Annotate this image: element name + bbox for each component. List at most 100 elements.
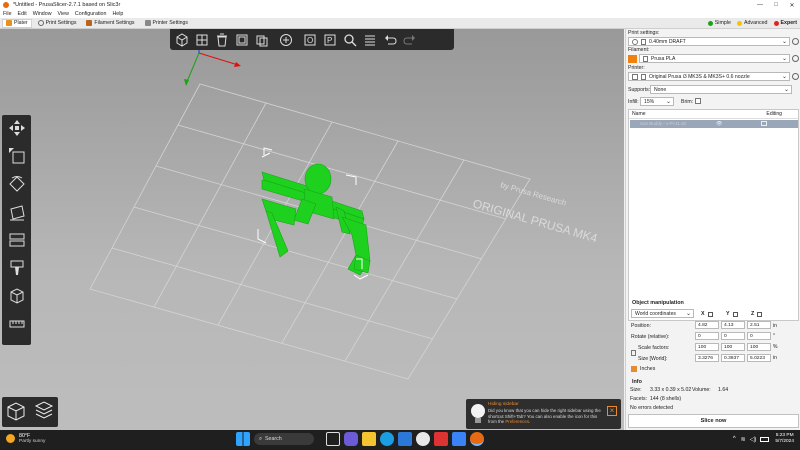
- move-tool-button[interactable]: [4, 117, 29, 139]
- filament-combo[interactable]: Prusa PLA ⌄: [639, 54, 790, 63]
- scale-z-input[interactable]: 100: [747, 343, 771, 351]
- volume-icon[interactable]: ◁): [750, 436, 757, 443]
- menu-file[interactable]: File: [3, 11, 12, 17]
- measure-tool-button[interactable]: [4, 313, 29, 335]
- rotate-x-input[interactable]: 0: [695, 332, 719, 340]
- info-errors: No errors detected: [630, 405, 673, 411]
- store-icon[interactable]: [398, 432, 412, 446]
- minimize-button[interactable]: —: [752, 0, 768, 10]
- browser-icon[interactable]: [416, 432, 430, 446]
- rotate-z-input[interactable]: 0: [747, 332, 771, 340]
- object-list-row[interactable]: Sun Buddy - v-Pi-11.stl 👁: [630, 120, 798, 128]
- size-y-input[interactable]: 0.3937: [721, 354, 745, 362]
- battery-icon[interactable]: [760, 436, 770, 442]
- place-on-face-button[interactable]: [4, 201, 29, 223]
- file-explorer-icon[interactable]: [362, 432, 376, 446]
- place-on-face-icon: [9, 205, 25, 221]
- split-objects-button[interactable]: O: [301, 31, 319, 49]
- task-view-icon[interactable]: [326, 432, 340, 446]
- cut-tool-button[interactable]: [4, 229, 29, 251]
- drop-to-bed-x-icon[interactable]: [708, 312, 713, 317]
- position-x-input[interactable]: 4.82: [695, 321, 719, 329]
- print-settings-gear-icon[interactable]: [792, 38, 799, 45]
- close-button[interactable]: ✕: [784, 0, 800, 10]
- 3d-model-sun-buddy[interactable]: [257, 147, 371, 280]
- filament-color-swatch[interactable]: [628, 55, 637, 63]
- tab-filament-settings[interactable]: Filament Settings: [82, 19, 138, 28]
- layers-editing-button[interactable]: [361, 31, 379, 49]
- plater-icon: [6, 20, 12, 26]
- drop-to-bed-z-icon[interactable]: [757, 312, 762, 317]
- tab-plater[interactable]: Plater: [2, 18, 32, 28]
- supports-combo[interactable]: None ⌄: [650, 85, 792, 94]
- inches-checkbox[interactable]: [631, 366, 637, 372]
- 3d-view-button[interactable]: [5, 400, 27, 424]
- uniform-scale-lock-icon[interactable]: [631, 350, 636, 356]
- notification-close-button[interactable]: ×: [607, 406, 617, 416]
- seam-painting-button[interactable]: [4, 285, 29, 307]
- size-x-input[interactable]: 3.3276: [695, 354, 719, 362]
- 3d-viewport[interactable]: ORIGINAL PRUSA MK4 by Prusa Research O P…: [0, 29, 624, 430]
- mode-simple[interactable]: Simple: [707, 20, 731, 26]
- chevron-down-icon: ⌄: [783, 87, 789, 93]
- brim-checkbox[interactable]: [695, 98, 701, 104]
- scale-tool-button[interactable]: [4, 145, 29, 167]
- eye-icon[interactable]: 👁: [716, 121, 722, 127]
- taskbar-search[interactable]: ⌕ Search: [254, 433, 314, 445]
- position-y-input[interactable]: 4.13: [721, 321, 745, 329]
- search-button[interactable]: [341, 31, 359, 49]
- scale-x-input[interactable]: 100: [695, 343, 719, 351]
- title-bar: *Untitled - PrusaSlicer-2.7.1 based on S…: [0, 0, 800, 10]
- menu-view[interactable]: View: [58, 11, 69, 17]
- slice-now-button[interactable]: Slice now: [628, 414, 799, 428]
- trash-icon: [217, 33, 227, 46]
- object-manipulation-title: Object manipulation: [632, 300, 684, 306]
- clock[interactable]: 5:23 PM 5/7/2024: [775, 433, 794, 445]
- delete-all-button[interactable]: [233, 31, 251, 49]
- undo-button[interactable]: [381, 31, 399, 49]
- arrange-button[interactable]: [193, 31, 211, 49]
- printer-gear-icon[interactable]: [792, 73, 799, 80]
- app-icon-red[interactable]: [434, 432, 448, 446]
- preferences-link[interactable]: Preferences: [505, 419, 529, 424]
- menu-edit[interactable]: Edit: [18, 11, 27, 17]
- wifi-icon[interactable]: ≋: [741, 436, 746, 443]
- prusaslicer-taskbar-icon[interactable]: [470, 432, 484, 446]
- app-icon-blue[interactable]: [452, 432, 466, 446]
- windows-start-icon[interactable]: [236, 432, 250, 446]
- infill-combo[interactable]: 15% ⌄: [640, 97, 674, 106]
- maximize-button[interactable]: □: [768, 0, 784, 10]
- menu-help[interactable]: Help: [112, 11, 123, 17]
- coordinates-combo[interactable]: World coordinates ⌄: [631, 309, 694, 318]
- preview-button[interactable]: [33, 400, 55, 424]
- position-z-input[interactable]: 2.51: [747, 321, 771, 329]
- scale-y-input[interactable]: 100: [721, 343, 745, 351]
- redo-button[interactable]: [401, 31, 419, 49]
- add-object-button[interactable]: [173, 31, 191, 49]
- paint-supports-button[interactable]: [4, 257, 29, 279]
- split-parts-button[interactable]: P: [321, 31, 339, 49]
- edge-icon[interactable]: [380, 432, 394, 446]
- chevron-up-icon[interactable]: ^: [733, 436, 736, 442]
- print-settings-combo[interactable]: 0.40mm DRAFT ⌄: [628, 37, 790, 46]
- size-z-input[interactable]: 5.0223: [747, 354, 771, 362]
- rotate-tool-button[interactable]: [4, 173, 29, 195]
- system-tray: ^ ≋ ◁) 5:23 PM 5/7/2024: [733, 433, 794, 445]
- menu-window[interactable]: Window: [33, 11, 52, 17]
- mode-expert[interactable]: Expert: [773, 20, 797, 26]
- bed-label-line1: ORIGINAL PRUSA MK4: [471, 196, 599, 245]
- rotate-y-input[interactable]: 0: [721, 332, 745, 340]
- menu-configuration[interactable]: Configuration: [75, 11, 107, 17]
- mode-advanced[interactable]: Advanced: [736, 20, 768, 26]
- filament-gear-icon[interactable]: [792, 55, 799, 62]
- tab-print-settings[interactable]: Print Settings: [34, 19, 81, 28]
- weather-widget[interactable]: 80°F Partly sunny: [6, 433, 45, 444]
- copy-button[interactable]: [253, 31, 271, 49]
- add-instance-button[interactable]: [277, 31, 295, 49]
- delete-button[interactable]: [213, 31, 231, 49]
- tab-printer-settings[interactable]: Printer Settings: [141, 19, 192, 28]
- edit-settings-icon[interactable]: [761, 121, 767, 126]
- drop-to-bed-y-icon[interactable]: [733, 312, 738, 317]
- chat-icon[interactable]: [344, 432, 358, 446]
- printer-combo[interactable]: Original Prusa i3 MK3S & MK3S+ 0.6 nozzl…: [628, 72, 790, 81]
